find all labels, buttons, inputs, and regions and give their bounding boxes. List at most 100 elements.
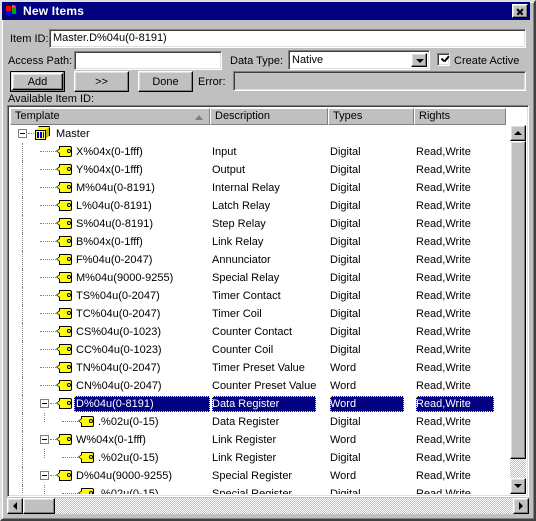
close-icon[interactable]: [512, 4, 528, 18]
cell-rights: Read,Write: [416, 272, 471, 284]
template-label: CC%04u(0-1023): [76, 344, 162, 356]
scroll-down-button[interactable]: [510, 478, 526, 494]
tag-icon: [56, 272, 72, 283]
table-row[interactable]: X%04x(0-1fff) Input Digital Read,Write: [10, 143, 507, 161]
cell-description: Annunciator: [212, 254, 271, 266]
cell-template: Y%04x(0-1fff): [10, 161, 210, 179]
chevron-left-icon: [13, 502, 17, 510]
table-row[interactable]: .%02u(0-15) Special Register Digital Read,W…: [10, 485, 507, 494]
cell-types: Digital: [330, 290, 361, 302]
tag-icon: [56, 326, 72, 337]
available-items-listview[interactable]: Template Description Types Rights Master X%0…: [7, 105, 529, 497]
tree-connector: [40, 241, 56, 243]
chevron-down-icon[interactable]: [411, 53, 427, 67]
tag-icon: [78, 416, 94, 427]
table-row[interactable]: Master: [10, 125, 507, 143]
tree-guide-line: [22, 215, 24, 233]
listview-vertical-scrollbar[interactable]: [510, 125, 526, 494]
table-row[interactable]: S%04u(0-8191) Step Relay Digital Read,Write: [10, 215, 507, 233]
cell-template: D%04u(0-8191): [10, 395, 210, 413]
template-label: .%02u(0-15): [98, 416, 159, 428]
tree-guide-line: [22, 431, 24, 449]
table-row[interactable]: B%04x(0-1fff) Link Relay Digital Read,Write: [10, 233, 507, 251]
tree-connector: [40, 277, 56, 279]
horizontal-scroll-track[interactable]: [23, 498, 513, 514]
table-row[interactable]: TC%04u(0-2047) Timer Coil Digital Read,Writ…: [10, 305, 507, 323]
collapse-icon[interactable]: [40, 399, 49, 408]
cell-rights: Read,Write: [416, 380, 471, 392]
table-row[interactable]: M%04u(9000-9255) Special Relay Digital Read…: [10, 269, 507, 287]
tag-icon: [56, 380, 72, 391]
table-row[interactable]: .%02u(0-15) Data Register Digital Read,Writ…: [10, 413, 507, 431]
collapse-icon[interactable]: [18, 129, 27, 138]
done-button[interactable]: Done: [138, 71, 193, 92]
tag-icon: [56, 470, 72, 481]
tree-connector: [40, 151, 56, 153]
cell-rights: Read,Write: [416, 488, 471, 494]
vertical-scroll-thumb[interactable]: [510, 141, 526, 459]
table-row[interactable]: TN%04u(0-2047) Timer Preset Value Word Read…: [10, 359, 507, 377]
tag-icon: [56, 182, 72, 193]
column-header-template[interactable]: Template: [10, 108, 210, 125]
cell-description: Counter Preset Value: [212, 380, 317, 392]
tree-guide-line: [44, 485, 46, 494]
tag-icon: [56, 146, 72, 157]
column-header-description[interactable]: Description: [210, 108, 328, 125]
column-header-types[interactable]: Types: [328, 108, 414, 125]
tree-connector: [40, 169, 56, 171]
cell-template: CS%04u(0-1023): [10, 323, 210, 341]
collapse-icon[interactable]: [40, 471, 49, 480]
horizontal-scrollbar[interactable]: [7, 498, 529, 514]
template-label: .%02u(0-15): [98, 488, 159, 494]
cell-types: Digital: [330, 488, 361, 494]
more-button[interactable]: >>: [74, 71, 129, 92]
tree-connector: [62, 421, 78, 423]
scroll-right-button[interactable]: [513, 498, 529, 514]
cell-types: Digital: [330, 164, 361, 176]
tag-icon: [56, 434, 72, 445]
cell-types: [330, 125, 416, 143]
create-active-checkbox[interactable]: [437, 53, 450, 66]
access-path-input[interactable]: [74, 51, 222, 70]
sort-ascending-icon: [195, 115, 203, 120]
cell-template: TS%04u(0-2047): [10, 287, 210, 305]
tree-connector: [40, 313, 56, 315]
cell-description: Timer Coil: [212, 308, 262, 320]
horizontal-scroll-thumb[interactable]: [23, 498, 55, 514]
tree-guide-line: [22, 323, 24, 341]
template-label: D%04u(0-8191): [76, 398, 154, 410]
table-row[interactable]: CS%04u(0-1023) Counter Contact Digital Read…: [10, 323, 507, 341]
table-row[interactable]: M%04u(0-8191) Internal Relay Digital Read,W…: [10, 179, 507, 197]
cell-description: Step Relay: [212, 218, 266, 230]
more-button-label: >>: [95, 75, 108, 88]
add-button[interactable]: Add: [10, 71, 65, 92]
item-id-input[interactable]: Master.D%04u(0-8191): [49, 29, 526, 48]
cell-types: Digital: [330, 326, 361, 338]
template-label: Master: [56, 128, 90, 140]
table-row[interactable]: CN%04u(0-2047) Counter Preset Value Word Re…: [10, 377, 507, 395]
table-row[interactable]: CC%04u(0-1023) Counter Coil Digital Read,Wr…: [10, 341, 507, 359]
tree-guide-line: [22, 287, 24, 305]
listview-rows[interactable]: Master X%04x(0-1fff) Input Digital Read,Writ…: [10, 125, 507, 494]
title-bar[interactable]: New Items: [2, 2, 530, 20]
cell-rights: Read,Write: [416, 182, 471, 194]
scroll-left-button[interactable]: [7, 498, 23, 514]
cell-template: W%04x(0-1fff): [10, 431, 210, 449]
error-output: [233, 71, 526, 91]
table-row[interactable]: F%04u(0-2047) Annunciator Digital Read,Writ…: [10, 251, 507, 269]
new-items-dialog: New Items Item ID: Master.D%04u(0-8191) …: [0, 0, 536, 521]
tree-connector: [40, 205, 56, 207]
scroll-up-button[interactable]: [510, 125, 526, 141]
table-row[interactable]: D%04u(9000-9255) Special Register Word Read…: [10, 467, 507, 485]
table-row[interactable]: .%02u(0-15) Link Register Digital Read,Writ…: [10, 449, 507, 467]
table-row[interactable]: W%04x(0-1fff) Link Register Word Read,Write: [10, 431, 507, 449]
table-row[interactable]: Y%04x(0-1fff) Output Digital Read,Write: [10, 161, 507, 179]
collapse-icon[interactable]: [40, 435, 49, 444]
table-row[interactable]: L%04u(0-8191) Latch Relay Digital Read,Writ…: [10, 197, 507, 215]
column-header-rights[interactable]: Rights: [414, 108, 506, 125]
tree-guide-line: [22, 413, 24, 431]
table-row[interactable]: TS%04u(0-2047) Timer Contact Digital Read,W…: [10, 287, 507, 305]
data-type-select[interactable]: Native: [288, 50, 430, 70]
vertical-scroll-track[interactable]: [510, 141, 526, 478]
table-row[interactable]: D%04u(0-8191) Data Register Word Read,Write: [10, 395, 507, 413]
